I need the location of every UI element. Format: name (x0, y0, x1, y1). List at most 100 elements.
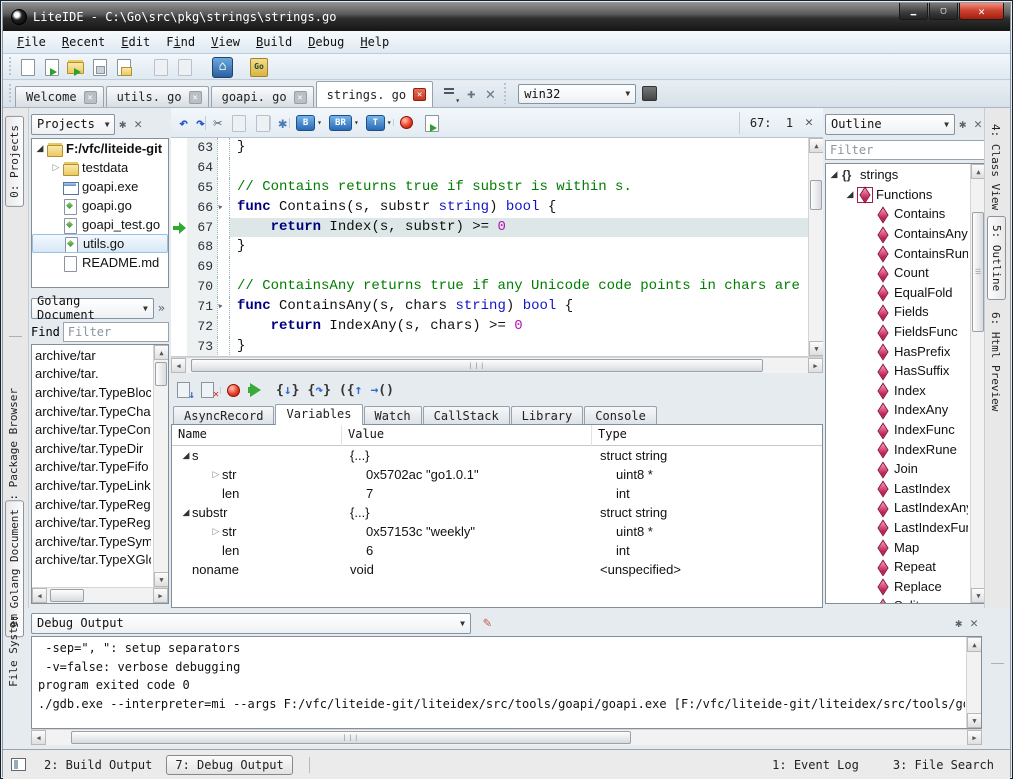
scrollbar-thumb[interactable] (155, 362, 167, 386)
tree-expander[interactable] (50, 162, 62, 173)
build-icon[interactable]: B (296, 115, 315, 131)
build-run-icon[interactable]: BR (329, 115, 352, 131)
fold-gutter[interactable] (217, 337, 230, 356)
breakpoint-gutter[interactable] (171, 198, 187, 218)
redo-icon[interactable]: ↷ (196, 114, 205, 132)
scrollbar-thumb[interactable] (50, 589, 84, 602)
close-all-tabs-icon[interactable]: ✕ (486, 84, 496, 103)
breakpoint-gutter[interactable] (171, 317, 187, 337)
scroll-up-icon[interactable]: ▲ (154, 345, 168, 360)
scroll-up-icon[interactable]: ▲ (967, 637, 982, 652)
status-panel-tab[interactable]: 7: Debug Output (166, 755, 292, 775)
outline-item[interactable]: IndexRune (826, 439, 970, 459)
test-dropdown-icon[interactable]: ▾ (387, 118, 392, 127)
tree-expander[interactable] (34, 143, 46, 154)
code-line[interactable]: 63 } (171, 138, 808, 158)
outline-item[interactable]: Repeat (826, 557, 970, 577)
close-button[interactable]: ✕ (959, 3, 1004, 20)
variable-row[interactable]: str 0x5702ac "go1.0.1" uint8 * (172, 465, 822, 484)
scroll-left-icon[interactable]: ◀ (31, 730, 46, 745)
continue-icon[interactable] (250, 383, 268, 397)
variable-row[interactable]: substr {...} struct string (172, 503, 822, 522)
toolbar-icon[interactable] (112, 57, 134, 77)
code-line[interactable]: 68 } (171, 237, 808, 257)
outline-item[interactable]: Count (826, 263, 970, 283)
outline-item[interactable]: IndexFunc (826, 420, 970, 440)
outline-item[interactable]: LastIndex (826, 479, 970, 499)
document-list-item[interactable]: archive/tar.TypeChar (35, 402, 153, 421)
debug-tab[interactable]: Console (584, 406, 657, 424)
scroll-down-icon[interactable]: ▼ (809, 341, 823, 356)
column-value[interactable]: Value (342, 425, 592, 446)
close-tab-icon[interactable]: ✕ (84, 91, 97, 104)
breakpoint-gutter[interactable] (171, 337, 187, 356)
stop-debug-icon[interactable] (227, 384, 240, 397)
outline-item[interactable]: Index (826, 381, 970, 401)
scrollbar-thumb[interactable] (810, 180, 822, 210)
build-config-icon[interactable]: ✱ (278, 114, 287, 132)
side-tab[interactable]: 0: Projects (5, 116, 24, 207)
menu-item[interactable]: File (9, 33, 54, 51)
fold-gutter[interactable] (217, 138, 230, 158)
document-list-item[interactable]: archive/tar.TypeCont (35, 420, 153, 439)
clear-output-icon[interactable]: ✎ (483, 615, 491, 631)
debug-step-icon[interactable]: {↓} (276, 383, 299, 398)
document-list-item[interactable]: archive/tar.TypeSymlink (35, 532, 153, 551)
status-panel-tab[interactable]: 1: Event Log (764, 756, 867, 774)
find-filter-input[interactable] (63, 322, 169, 342)
toolbar-icon[interactable] (210, 57, 232, 77)
test-icon[interactable]: T (366, 115, 385, 131)
document-list-item[interactable]: archive/tar.TypeDir (35, 439, 153, 458)
row-expander[interactable] (180, 450, 192, 461)
debug-step-icon[interactable]: {↷} (307, 383, 330, 398)
splitter-grip[interactable] (9, 336, 22, 337)
project-tree-item[interactable]: utils.go (32, 234, 168, 253)
code-text[interactable]: // Contains returns true if substr is wi… (230, 178, 808, 198)
debug-tab[interactable]: Watch (364, 406, 422, 424)
debug-record-icon[interactable] (400, 116, 413, 129)
document-list-item[interactable]: archive/tar.TypeReg (35, 495, 153, 514)
document-list-item[interactable]: archive/tar.TypeLink (35, 476, 153, 495)
fold-gutter[interactable] (217, 158, 230, 178)
project-tree-item[interactable]: goapi_test.go (32, 215, 168, 234)
code-text[interactable]: func Contains(s, substr string) bool { (230, 198, 808, 218)
list-vertical-scrollbar[interactable]: ▲ ▼ (153, 345, 168, 587)
minimize-button[interactable]: ▁ (899, 3, 928, 20)
outline-item[interactable]: ContainsRune (826, 243, 970, 263)
side-tab[interactable]: 5: Outline (987, 216, 1006, 300)
code-text[interactable]: return Index(s, substr) >= 0 (230, 218, 808, 238)
outline-item[interactable]: HasPrefix (826, 341, 970, 361)
add-tab-icon[interactable]: ✚ (467, 86, 475, 102)
code-text[interactable]: func ContainsAny(s, chars string) bool { (230, 297, 808, 317)
cut-icon[interactable]: ✂ (213, 114, 222, 132)
code-line[interactable]: 64 (171, 158, 808, 178)
menu-item[interactable]: Recent (54, 33, 113, 51)
code-line[interactable]: 72 return IndexAny(s, chars) >= 0 (171, 317, 808, 337)
tree-expander[interactable] (844, 189, 856, 200)
outline-item[interactable]: ContainsAny (826, 224, 970, 244)
breakpoint-gutter[interactable] (171, 277, 187, 297)
scrollbar-thumb[interactable]: ☰ (972, 212, 984, 332)
menu-item[interactable]: Edit (113, 33, 158, 51)
menu-item[interactable]: Find (158, 33, 203, 51)
close-tab-icon[interactable]: ✕ (189, 91, 202, 104)
side-tab[interactable]: 6: Html Preview (987, 304, 1004, 419)
outline-item[interactable]: FieldsFunc (826, 322, 970, 342)
panel-gear-icon[interactable]: ✱ (959, 117, 966, 131)
output-horizontal-scrollbar[interactable]: ◀ ❘❘❘ ▶ (31, 729, 982, 745)
code-text[interactable] (230, 257, 808, 277)
projects-combo[interactable]: Projects▼ (31, 114, 115, 135)
toolbar-icon[interactable] (88, 57, 110, 77)
build-dropdown-icon[interactable]: ▾ (317, 118, 322, 127)
breakpoint-gutter[interactable] (171, 178, 187, 198)
environment-button[interactable] (642, 86, 657, 101)
code-text[interactable]: return IndexAny(s, chars) >= 0 (230, 317, 808, 337)
outline-item[interactable]: Map (826, 537, 970, 557)
env-grip[interactable] (502, 83, 508, 104)
document-tab[interactable]: goapi. go ✕ (211, 86, 314, 107)
code-line[interactable]: 67 return Index(s, substr) >= 0 (171, 218, 808, 238)
menu-item[interactable]: View (203, 33, 248, 51)
project-tree-item[interactable]: F:/vfc/liteide-git (32, 139, 168, 158)
document-tab[interactable]: Welcome ✕ (15, 86, 104, 107)
scroll-up-icon[interactable]: ▲ (809, 138, 823, 153)
